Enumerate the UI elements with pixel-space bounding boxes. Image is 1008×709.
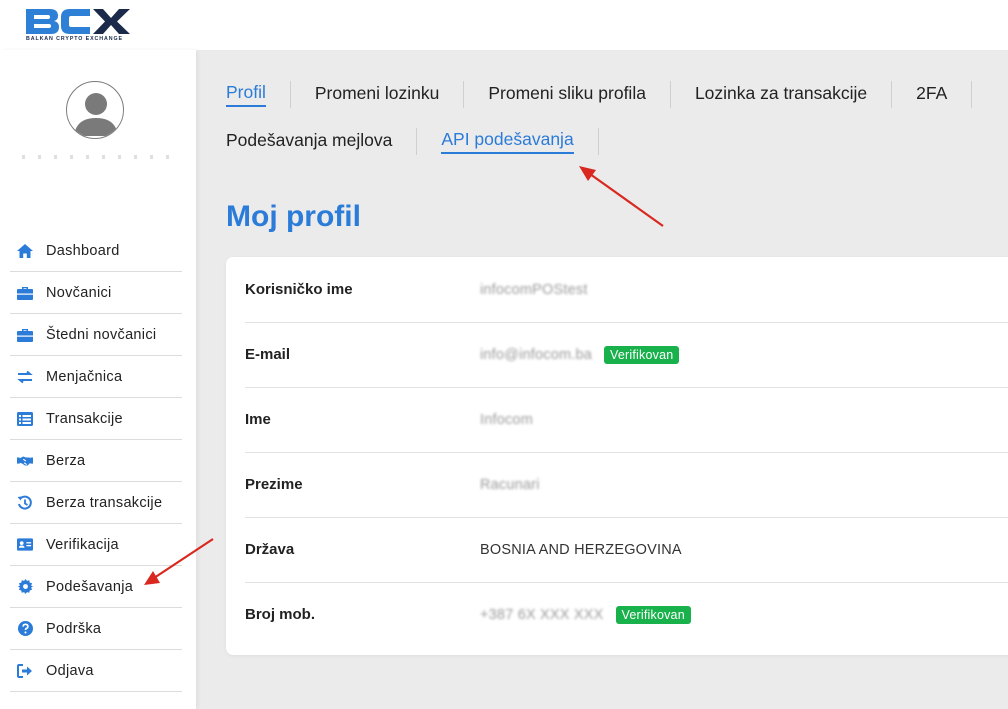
profile-card: Korisničko ime infocomPOStest E-mail inf… [226, 257, 1008, 655]
field-value: Racunari [480, 477, 540, 493]
profile-row-korisnicko-ime: Korisničko ime infocomPOStest [245, 257, 1008, 323]
gear-icon [17, 579, 33, 595]
sidebar-nav: Dashboard Novčanici Štedni novčanici Men… [10, 230, 182, 692]
top-bar: BALKAN CRYPTO EXCHANGE [0, 0, 1008, 50]
sidebar-item-odjava[interactable]: Odjava [10, 650, 182, 692]
tab-divider [669, 80, 671, 108]
page-title: Moj profil [226, 200, 361, 233]
field-value: +387 6X XXX XXX Verifikovan [480, 605, 691, 624]
sidebar-item-label: Podešavanja [46, 578, 134, 595]
tab-2fa[interactable]: 2FA [916, 83, 947, 106]
field-label: Broj mob. [245, 606, 315, 623]
profile-row-drzava: Država BOSNIA AND HERZEGOVINA [245, 517, 1008, 583]
tab-api-podesavanja[interactable]: API podešavanja [441, 129, 574, 154]
sidebar-item-stedni-novcanici[interactable]: Štedni novčanici [10, 314, 182, 356]
username-redacted [22, 155, 170, 159]
annotation-arrow-api [579, 166, 664, 227]
sidebar-item-label: Menjačnica [46, 368, 123, 385]
briefcase-icon [17, 327, 33, 343]
exchange-icon [17, 369, 33, 385]
field-value: Infocom [480, 412, 533, 428]
sidebar-item-label: Transakcije [46, 410, 123, 427]
handshake-icon [17, 453, 33, 469]
sidebar-item-label: Dashboard [46, 242, 120, 259]
sidebar-item-berza-transakcije[interactable]: Berza transakcije [10, 482, 182, 524]
question-icon [17, 621, 33, 637]
settings-tabs-row-1: Profil Promeni lozinku Promeni sliku pro… [226, 79, 996, 109]
tab-divider [597, 127, 599, 155]
sidebar-item-berza[interactable]: Berza [10, 440, 182, 482]
sidebar-item-label: Odjava [46, 662, 94, 679]
field-label: E-mail [245, 346, 291, 363]
profile-row-email: E-mail info@infocom.ba Verifikovan [245, 322, 1008, 388]
logo-tagline: BALKAN CRYPTO EXCHANGE [26, 36, 123, 42]
sidebar-item-menjacnica[interactable]: Menjačnica [10, 356, 182, 398]
verified-badge: Verifikovan [604, 345, 680, 364]
country-value: BOSNIA AND HERZEGOVINA [480, 541, 682, 558]
sidebar-item-label: Novčanici [46, 284, 112, 301]
tab-divider [289, 80, 291, 108]
sidebar: Dashboard Novčanici Štedni novčanici Men… [0, 50, 196, 709]
bcx-logo[interactable]: BALKAN CRYPTO EXCHANGE [24, 5, 139, 45]
tab-lozinka-za-transakcije[interactable]: Lozinka za transakcije [695, 83, 867, 106]
sign-out-icon [17, 663, 33, 679]
sidebar-item-label: Štedni novčanici [46, 326, 157, 343]
tab-promeni-sliku-profila[interactable]: Promeni sliku profila [488, 83, 646, 106]
tab-divider [463, 80, 465, 108]
sidebar-item-label: Verifikacija [46, 536, 119, 553]
email-value: info@infocom.ba [480, 346, 593, 363]
sidebar-item-transakcije[interactable]: Transakcije [10, 398, 182, 440]
profile-row-ime: Ime Infocom [245, 387, 1008, 453]
bcx-logo-mark [26, 9, 130, 34]
verified-badge: Verifikovan [615, 605, 691, 624]
field-value: infocomPOStest [480, 282, 588, 298]
field-value: info@infocom.ba Verifikovan [480, 345, 680, 364]
phone-value: +387 6X XXX XXX [480, 606, 604, 623]
sidebar-item-dashboard[interactable]: Dashboard [10, 230, 182, 272]
sidebar-item-label: Berza transakcije [46, 494, 163, 511]
field-label: Država [245, 541, 295, 558]
user-avatar-icon [74, 93, 118, 136]
username-value: infocomPOStest [480, 281, 588, 298]
field-label: Prezime [245, 476, 303, 493]
tab-podesavanja-mejlova[interactable]: Podešavanja mejlova [226, 130, 392, 153]
briefcase-icon [17, 285, 33, 301]
profile-row-prezime: Prezime Racunari [245, 452, 1008, 518]
home-icon [17, 243, 33, 259]
settings-tabs-row-2: Podešavanja mejlova API podešavanja [226, 126, 623, 156]
field-label: Ime [245, 411, 271, 428]
first-name-value: Infocom [480, 411, 533, 428]
sidebar-item-novcanici[interactable]: Novčanici [10, 272, 182, 314]
avatar[interactable] [66, 81, 124, 139]
last-name-value: Racunari [480, 476, 540, 493]
tab-profil[interactable]: Profil [226, 82, 266, 107]
sidebar-item-podesavanja[interactable]: Podešavanja [10, 566, 182, 608]
id-card-icon [17, 537, 33, 553]
field-label: Korisničko ime [245, 281, 353, 298]
tab-promeni-lozinku[interactable]: Promeni lozinku [315, 83, 440, 106]
sidebar-item-label: Berza [46, 452, 86, 469]
tab-divider [416, 127, 418, 155]
sidebar-item-podrska[interactable]: Podrška [10, 608, 182, 650]
sidebar-item-verifikacija[interactable]: Verifikacija [10, 524, 182, 566]
sidebar-item-label: Podrška [46, 620, 102, 637]
profile-row-broj-mob: Broj mob. +387 6X XXX XXX Verifikovan [245, 582, 1008, 647]
list-icon [17, 411, 33, 427]
history-icon [17, 495, 33, 511]
tab-divider [971, 80, 973, 108]
tab-divider [891, 80, 893, 108]
